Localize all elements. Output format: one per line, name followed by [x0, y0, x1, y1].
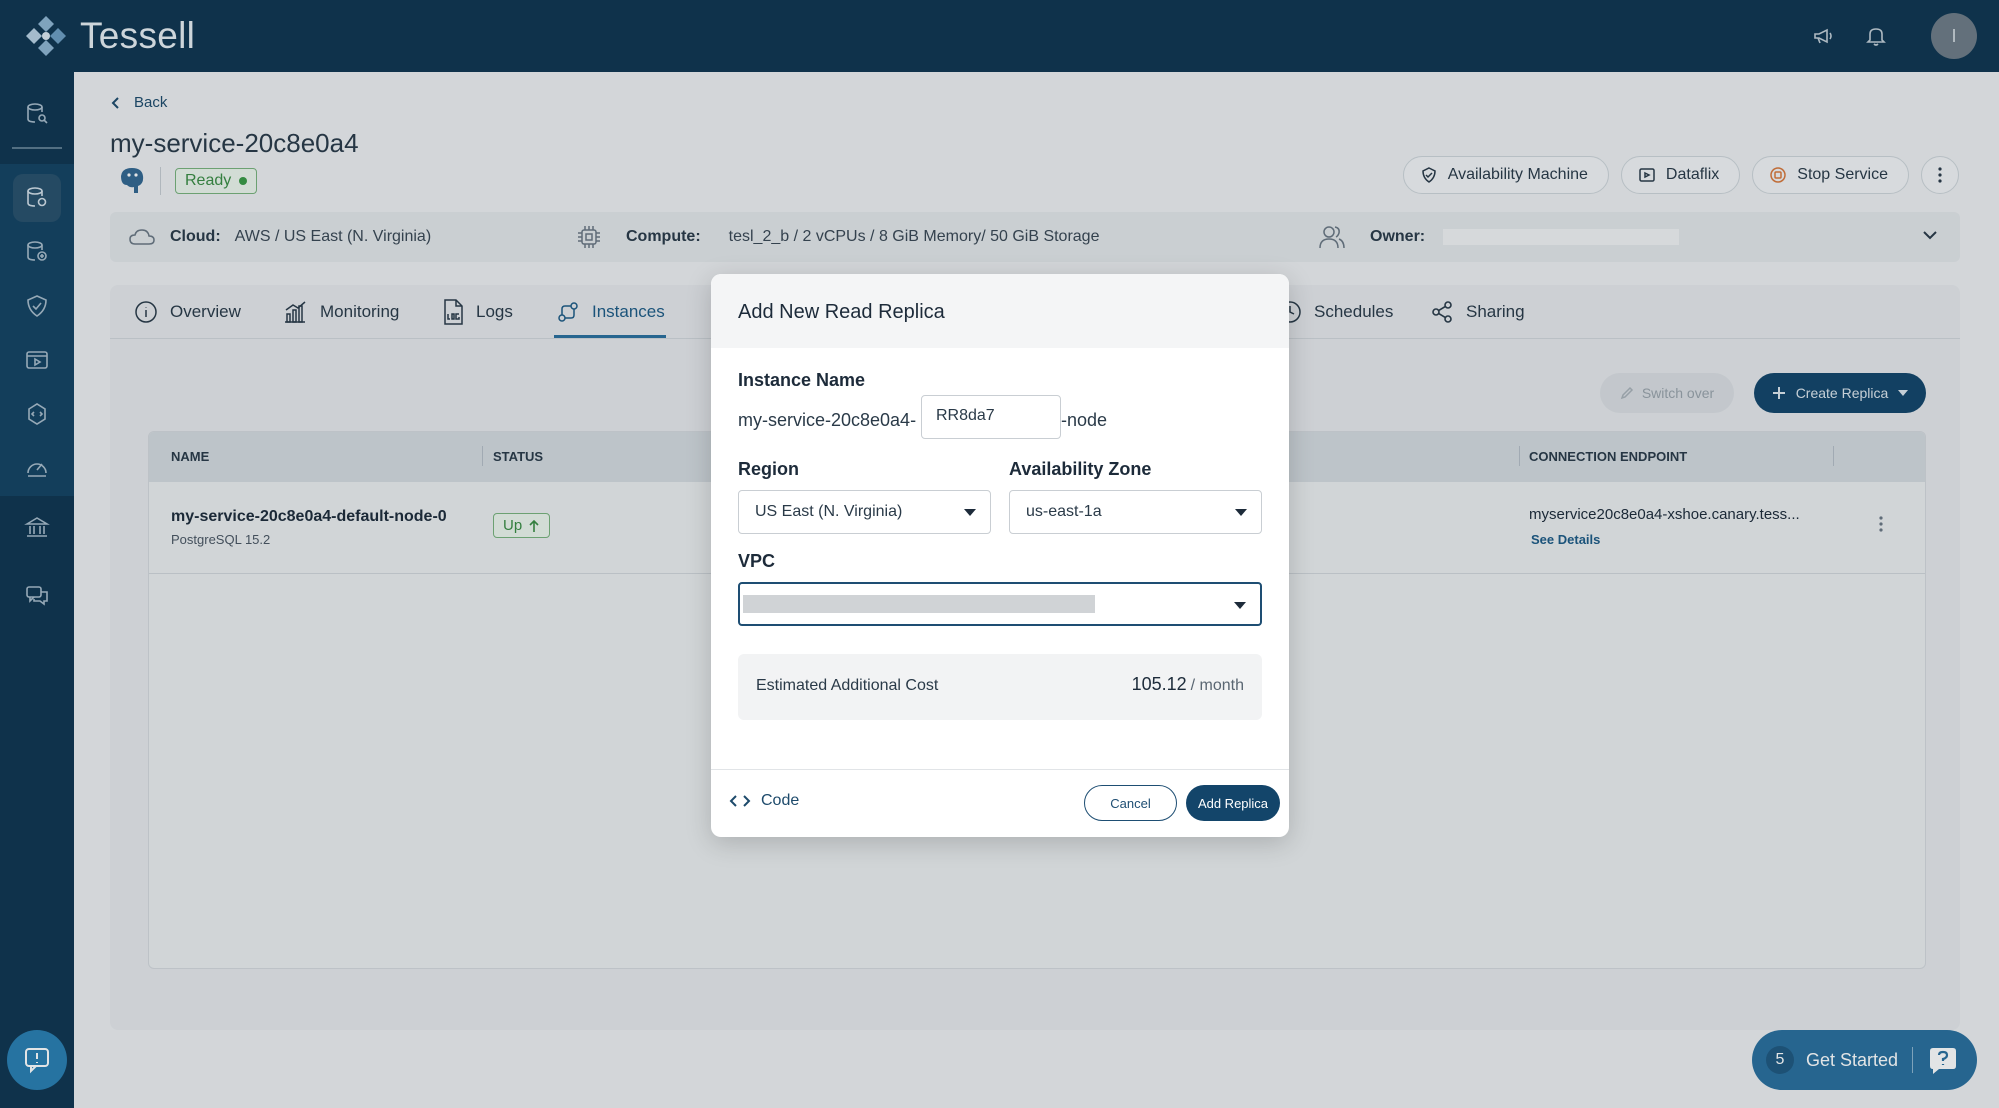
region-value: US East (N. Virginia) — [755, 503, 903, 520]
caret-down-icon — [1235, 509, 1247, 516]
estimated-cost-box: Estimated Additional Cost 105.12/ month — [738, 654, 1262, 720]
instance-name-suffix: -node — [1061, 410, 1108, 430]
code-brackets-icon — [729, 794, 751, 808]
instance-name-label: Instance Name — [738, 370, 866, 390]
add-read-replica-dialog: Add New Read Replica Instance Name my-se… — [711, 274, 1289, 837]
add-replica-button[interactable]: Add Replica — [1186, 785, 1280, 821]
instance-name-input[interactable]: RR8da7 — [921, 395, 1061, 439]
estimated-cost-amount: 105.12/ month — [1132, 674, 1244, 695]
instance-name-prefix: my-service-20c8e0a4- — [738, 410, 917, 430]
dialog-title: Add New Read Replica — [711, 274, 1289, 348]
code-button[interactable]: Code — [729, 792, 799, 810]
vpc-select[interactable] — [738, 582, 1262, 626]
estimated-cost-label: Estimated Additional Cost — [756, 677, 939, 694]
availability-zone-value: us-east-1a — [1026, 503, 1102, 520]
caret-down-icon — [964, 509, 976, 516]
dialog-footer: Code Cancel Add Replica — [711, 769, 1289, 837]
cancel-button[interactable]: Cancel — [1084, 785, 1177, 821]
availability-zone-label: Availability Zone — [1009, 459, 1152, 479]
region-select[interactable]: US East (N. Virginia) — [738, 490, 991, 534]
region-label: Region — [738, 459, 799, 479]
vpc-label: VPC — [738, 551, 776, 571]
estimated-cost-unit: / month — [1190, 677, 1244, 694]
availability-zone-select[interactable]: us-east-1a — [1009, 490, 1262, 534]
code-label: Code — [761, 792, 800, 809]
vpc-value-redacted — [743, 595, 1095, 613]
caret-down-icon — [1234, 602, 1246, 609]
estimated-cost-value: 105.12 — [1131, 674, 1187, 694]
